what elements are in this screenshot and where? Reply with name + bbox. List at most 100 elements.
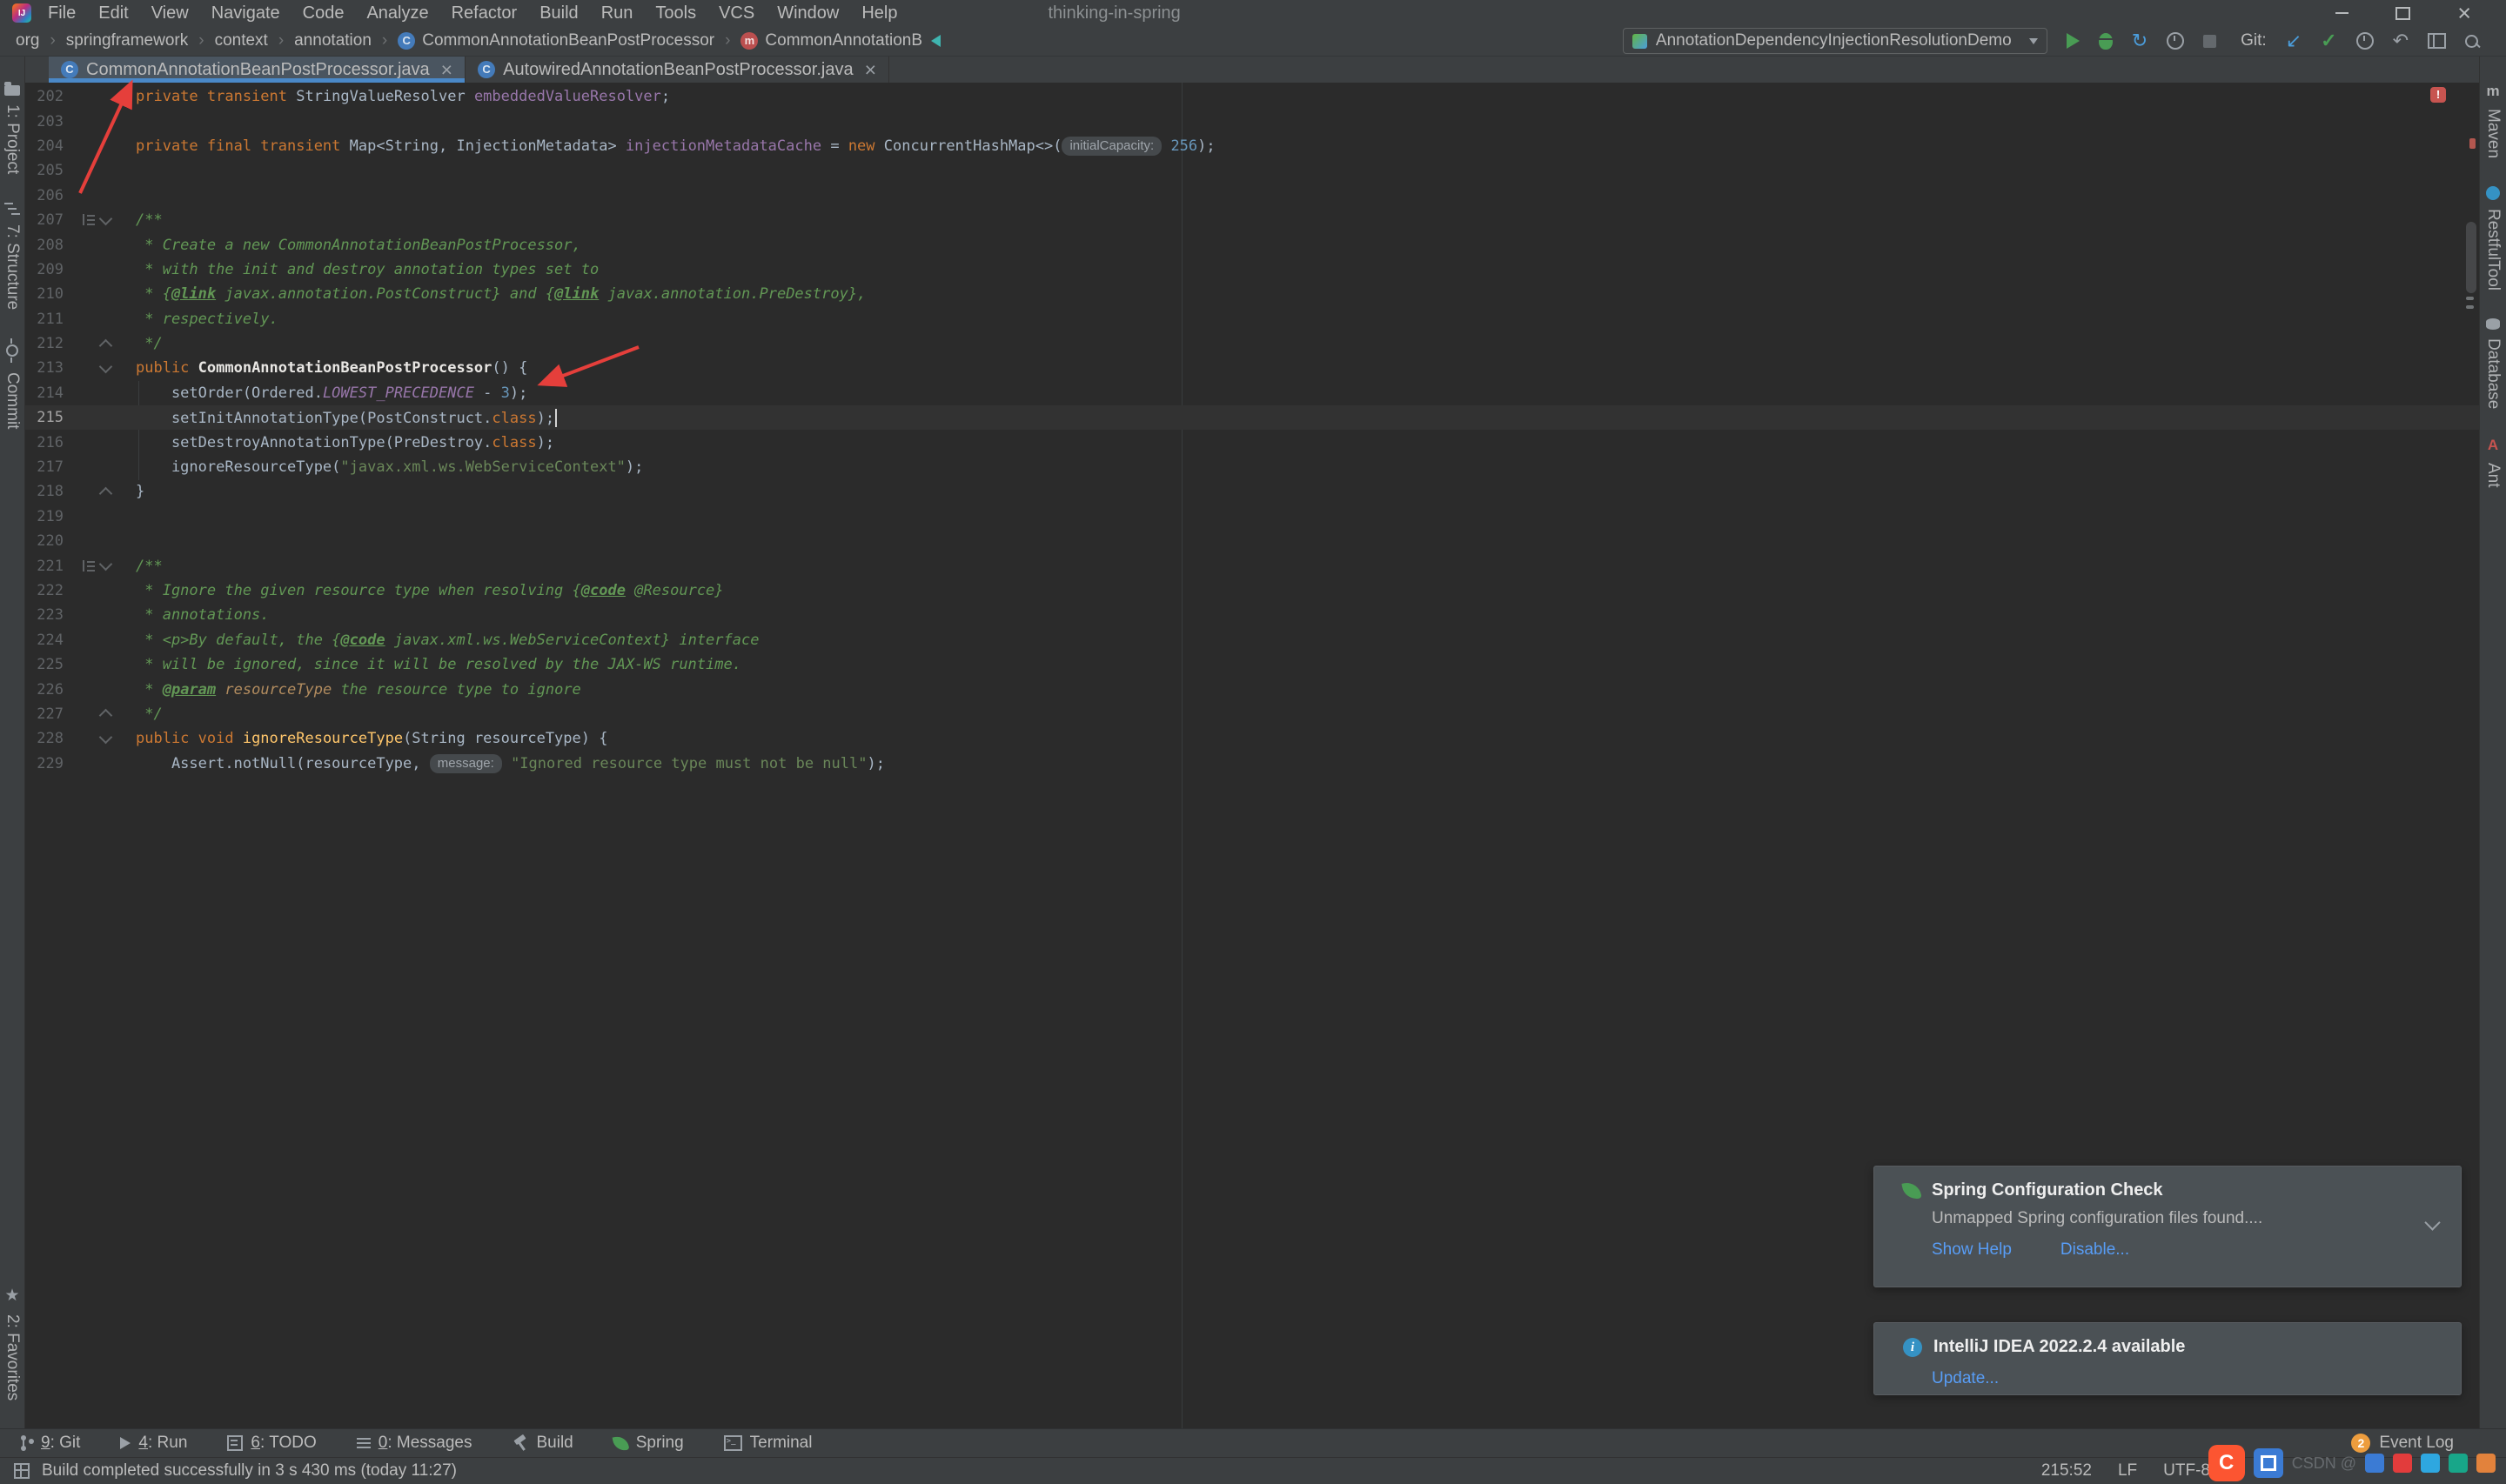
code-line[interactable]: 202private transient StringValueResolver… <box>25 84 2479 109</box>
code-line[interactable]: 218} <box>25 479 2479 504</box>
toolwindow-button-maven[interactable]: Maven <box>2483 83 2503 158</box>
code-line[interactable]: 217 ignoreResourceType("javax.xml.ws.Web… <box>25 455 2479 479</box>
breadcrumb-item[interactable]: org <box>16 31 39 50</box>
code-line[interactable]: 222 * Ignore the given resource type whe… <box>25 578 2479 603</box>
toolwindow-button-terminal[interactable]: Terminal <box>724 1434 813 1453</box>
debug-button[interactable] <box>2099 33 2113 50</box>
breadcrumb-item[interactable]: CommonAnnotationB <box>740 31 922 50</box>
git-update-button[interactable] <box>2286 30 2302 52</box>
encoding-widget[interactable]: UTF-8 <box>2163 1461 2210 1481</box>
toolwindow-button-2favorites[interactable]: 2: Favorites <box>3 1286 22 1400</box>
search-everywhere-button[interactable] <box>2465 35 2478 48</box>
menu-item-analyze[interactable]: Analyze <box>355 3 439 23</box>
tab-close-icon[interactable]: × <box>441 60 452 80</box>
breadcrumb-item[interactable]: springframework <box>66 31 188 50</box>
code-line[interactable]: 213public CommonAnnotationBeanPostProces… <box>25 356 2479 380</box>
notification-ide-update[interactable]: IntelliJ IDEA 2022.2.4 available Update.… <box>1873 1322 2462 1395</box>
breadcrumb-item[interactable]: CommonAnnotationBeanPostProcessor <box>398 31 714 50</box>
git-rollback-button[interactable] <box>2393 30 2409 52</box>
menu-item-file[interactable]: File <box>37 3 87 23</box>
render-doc-icon[interactable] <box>83 559 96 573</box>
code-line[interactable]: 229 Assert.notNull(resourceType, message… <box>25 752 2479 776</box>
code-line[interactable]: 224 * <p>By default, the {@code javax.xm… <box>25 628 2479 652</box>
coverage-button[interactable] <box>2132 30 2148 52</box>
fold-start-icon[interactable] <box>99 731 113 745</box>
caret-position-widget[interactable]: 215:52 <box>2041 1461 2092 1481</box>
toolwindow-button-ant[interactable]: Ant <box>2483 437 2503 488</box>
git-commit-button[interactable] <box>2321 30 2336 52</box>
fold-end-icon[interactable] <box>99 487 113 501</box>
code-line[interactable]: 223 * annotations. <box>25 603 2479 627</box>
code-line[interactable]: 221/** <box>25 553 2479 578</box>
fold-end-icon[interactable] <box>99 338 113 352</box>
menu-item-navigate[interactable]: Navigate <box>200 3 291 23</box>
code-line[interactable]: 226 * @param resourceType the resource t… <box>25 677 2479 701</box>
notification-spring-check[interactable]: Spring Configuration Check Unmapped Spri… <box>1873 1166 2462 1287</box>
close-icon[interactable] <box>2457 2 2471 25</box>
code-line[interactable]: 216 setDestroyAnnotationType(PreDestroy.… <box>25 430 2479 454</box>
toolwindow-button-build[interactable]: Build <box>513 1434 573 1453</box>
code-line[interactable]: 209 * with the init and destroy annotati… <box>25 257 2479 282</box>
inspections-widget[interactable]: ! <box>2430 87 2446 103</box>
menu-item-view[interactable]: View <box>140 3 200 23</box>
render-doc-icon[interactable] <box>83 213 96 227</box>
toolwindow-button-1project[interactable]: 1: Project <box>3 81 22 174</box>
toolwindow-button-commit[interactable]: Commit <box>3 338 22 429</box>
code-line[interactable]: 215 setInitAnnotationType(PostConstruct.… <box>25 405 2479 430</box>
fold-start-icon[interactable] <box>99 211 113 225</box>
menu-item-tools[interactable]: Tools <box>644 3 707 23</box>
fold-start-icon[interactable] <box>99 360 113 374</box>
code-line[interactable]: 227 */ <box>25 702 2479 726</box>
code-line[interactable]: 205 <box>25 158 2479 183</box>
maximize-icon[interactable] <box>2395 7 2410 20</box>
stripe-mark[interactable] <box>2466 297 2474 300</box>
run-button[interactable] <box>2067 33 2080 49</box>
code-line[interactable]: 210 * {@link javax.annotation.PostConstr… <box>25 282 2479 306</box>
layout-button[interactable] <box>2428 33 2446 49</box>
editor-scrollbar[interactable] <box>2466 222 2476 293</box>
code-line[interactable]: 212 */ <box>25 331 2479 356</box>
nav-back-icon[interactable] <box>931 35 941 47</box>
stripe-mark[interactable] <box>2466 305 2474 309</box>
fold-start-icon[interactable] <box>99 558 113 572</box>
toolwindow-button-6todo[interactable]: 6: TODO <box>227 1434 316 1453</box>
menu-item-window[interactable]: Window <box>766 3 850 23</box>
code-line[interactable]: 204private final transient Map<String, I… <box>25 134 2479 158</box>
menu-item-code[interactable]: Code <box>291 3 356 23</box>
menu-item-build[interactable]: Build <box>528 3 589 23</box>
code-line[interactable]: 206 <box>25 184 2479 208</box>
code-line[interactable]: 211 * respectively. <box>25 307 2479 331</box>
menu-item-vcs[interactable]: VCS <box>707 3 766 23</box>
toolwindow-button-database[interactable]: Database <box>2483 318 2503 409</box>
disable-link[interactable]: Disable... <box>2060 1240 2129 1260</box>
profiler-button[interactable] <box>2167 32 2184 50</box>
code-line[interactable]: 207/** <box>25 208 2479 232</box>
run-config-select[interactable]: AnnotationDependencyInjectionResolutionD… <box>1623 28 2047 54</box>
toolwindow-button-4run[interactable]: 4: Run <box>120 1434 187 1453</box>
tab-close-icon[interactable]: × <box>865 60 876 80</box>
code-line[interactable]: 208 * Create a new CommonAnnotationBeanP… <box>25 232 2479 257</box>
update-link[interactable]: Update... <box>1932 1369 1999 1388</box>
show-help-link[interactable]: Show Help <box>1932 1240 2012 1260</box>
code-line[interactable]: 219 <box>25 505 2479 529</box>
toolwindow-button-restfultool[interactable]: RestfulTool <box>2483 186 2503 291</box>
toolwindow-button-7structure[interactable]: 7: Structure <box>3 202 22 310</box>
git-history-button[interactable] <box>2356 32 2374 50</box>
toolwindow-button-0messages[interactable]: 0: Messages <box>357 1434 472 1453</box>
breadcrumb-item[interactable]: context <box>215 31 268 50</box>
line-separator-widget[interactable]: LF <box>2118 1461 2137 1481</box>
error-stripe-mark[interactable] <box>2469 138 2476 149</box>
code-line[interactable]: 203 <box>25 109 2479 133</box>
toolwindow-switcher-icon[interactable] <box>14 1463 30 1479</box>
menu-item-refactor[interactable]: Refactor <box>440 3 529 23</box>
code-line[interactable]: 220 <box>25 529 2479 553</box>
code-line[interactable]: 214 setOrder(Ordered.LOWEST_PRECEDENCE -… <box>25 381 2479 405</box>
toolwindow-button-spring[interactable]: Spring <box>613 1434 684 1453</box>
toolwindow-button-9git[interactable]: 9: Git <box>19 1434 80 1453</box>
menu-item-edit[interactable]: Edit <box>87 3 139 23</box>
minimize-icon[interactable] <box>2335 12 2349 14</box>
code-line[interactable]: 225 * will be ignored, since it will be … <box>25 652 2479 677</box>
code-line[interactable]: 228public void ignoreResourceType(String… <box>25 726 2479 751</box>
menu-item-help[interactable]: Help <box>850 3 908 23</box>
menu-item-run[interactable]: Run <box>590 3 645 23</box>
